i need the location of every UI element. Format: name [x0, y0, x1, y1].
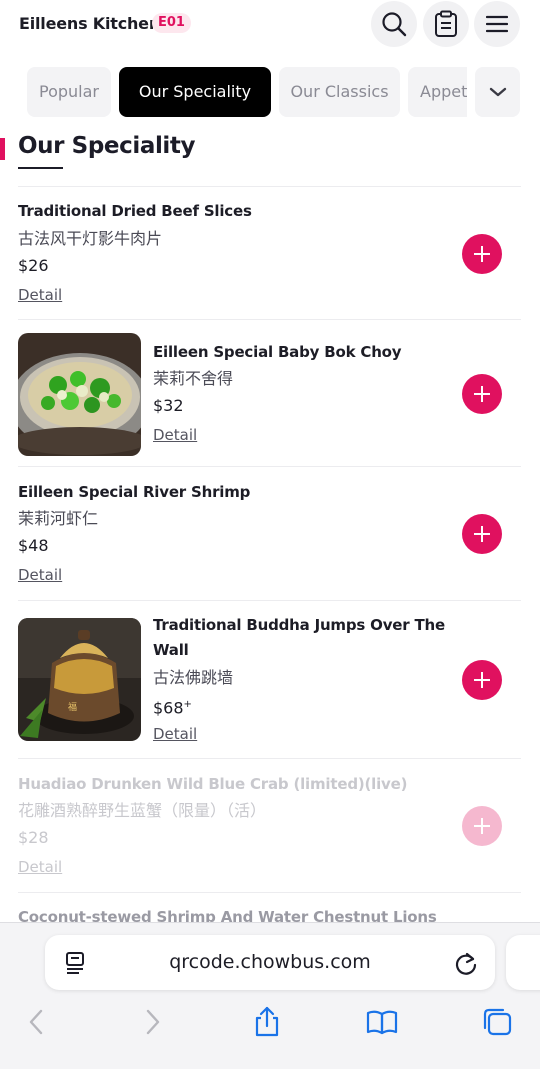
- add-to-cart-button[interactable]: [462, 660, 502, 700]
- item-name-chinese: 茉莉河虾仁: [18, 509, 99, 528]
- plus-icon: [474, 818, 490, 834]
- item-price: $26: [18, 256, 49, 275]
- detail-link[interactable]: Detail: [18, 856, 62, 878]
- divider: [18, 892, 521, 893]
- item-price: $48: [18, 536, 49, 555]
- plus-icon: [474, 386, 490, 402]
- item-name: Eilleen Special River Shrimp: [18, 483, 251, 501]
- plus-icon: [474, 526, 490, 542]
- item-name: Traditional Dried Beef Slices: [18, 202, 252, 220]
- item-name-chinese: 茉莉不舍得: [153, 369, 234, 388]
- detail-link[interactable]: Detail: [153, 424, 197, 446]
- menu-button[interactable]: [474, 1, 520, 47]
- top-bar: Eilleens Kitchen E01: [0, 0, 540, 50]
- more-categories-button[interactable]: [475, 67, 520, 117]
- browser-toolbar: qrcode.chowbus.com: [0, 922, 540, 1069]
- add-to-cart-button[interactable]: [462, 374, 502, 414]
- svg-text:福: 福: [68, 701, 77, 713]
- detail-link[interactable]: Detail: [18, 564, 62, 586]
- detail-link[interactable]: Detail: [153, 723, 197, 745]
- divider: [18, 600, 521, 601]
- item-price: $32: [153, 396, 184, 415]
- item-name-chinese: 古法风干灯影牛肉片: [18, 229, 163, 248]
- divider: [18, 319, 521, 320]
- buddha-jumps-over-wall-photo[interactable]: 福: [18, 618, 141, 741]
- tab-popular[interactable]: Popular: [27, 67, 111, 117]
- section-title: Our Speciality: [18, 133, 196, 159]
- divider: [18, 758, 521, 759]
- search-icon: [382, 12, 407, 37]
- detail-link[interactable]: Detail: [18, 284, 62, 306]
- order-clipboard-icon: [435, 10, 457, 37]
- address-bar[interactable]: qrcode.chowbus.com: [45, 935, 495, 990]
- item-name: Eilleen Special Baby Bok Choy: [153, 343, 402, 361]
- next-tab-preview[interactable]: [506, 935, 540, 990]
- category-tabs: Popular Our Speciality Our Classics Appe…: [27, 67, 467, 117]
- back-icon[interactable]: [19, 1005, 53, 1039]
- tab-our-speciality[interactable]: Our Speciality: [119, 67, 271, 117]
- plus-icon: [474, 246, 490, 262]
- divider: [18, 466, 521, 467]
- add-to-cart-button[interactable]: [462, 806, 502, 846]
- restaurant-name: Eilleens Kitchen: [19, 14, 161, 33]
- share-icon[interactable]: [250, 1005, 284, 1039]
- price-suffix: +: [183, 699, 192, 710]
- item-name-chinese: 花雕酒熟醉野生蓝蟹（限量）（活）: [18, 801, 267, 820]
- url-text[interactable]: qrcode.chowbus.com: [45, 935, 495, 990]
- add-to-cart-button[interactable]: [462, 234, 502, 274]
- tab-our-classics[interactable]: Our Classics: [279, 67, 400, 117]
- bookmarks-icon[interactable]: [365, 1005, 399, 1039]
- add-to-cart-button[interactable]: [462, 514, 502, 554]
- item-name-chinese: 古法佛跳墙: [153, 668, 234, 687]
- item-name: Huadiao Drunken Wild Blue Crab (limited)…: [18, 775, 408, 793]
- plus-icon: [474, 672, 490, 688]
- item-name: Traditional Buddha Jumps Over The Wall: [153, 616, 445, 659]
- tab-appetizers[interactable]: Appetizers: [408, 67, 467, 117]
- forward-icon[interactable]: [136, 1005, 170, 1039]
- table-badge: E01: [152, 13, 191, 33]
- divider: [18, 186, 521, 187]
- price-value: $68: [153, 698, 184, 718]
- bok-choy-soup-photo[interactable]: [18, 333, 141, 456]
- section-marker: [0, 138, 5, 160]
- tabs-icon[interactable]: [480, 1005, 514, 1039]
- chevron-down-icon: [489, 87, 506, 97]
- section-underline: [18, 167, 63, 169]
- item-price: $28: [18, 828, 49, 847]
- reload-icon[interactable]: [454, 950, 478, 980]
- order-button[interactable]: [423, 1, 469, 47]
- search-button[interactable]: [371, 1, 417, 47]
- menu-hamburger-icon: [486, 15, 508, 33]
- item-price: $68+: [153, 693, 192, 720]
